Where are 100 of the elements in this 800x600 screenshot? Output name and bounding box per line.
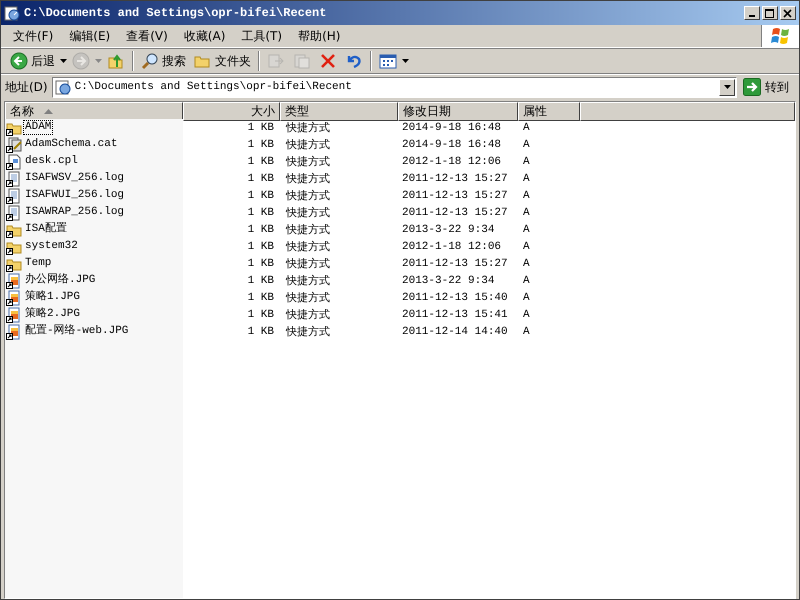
menu-item[interactable]: 工具(T) bbox=[233, 26, 290, 46]
file-type: 快捷方式 bbox=[284, 240, 331, 254]
menu-item[interactable]: 收藏(A) bbox=[176, 26, 234, 46]
caret-icon bbox=[724, 85, 730, 89]
minimize-icon bbox=[749, 15, 755, 17]
file-date: 2013-3-22 9:34 bbox=[401, 274, 496, 286]
file-date: 2011-12-13 15:27 bbox=[401, 258, 509, 270]
file-date: 2011-12-13 15:41 bbox=[401, 308, 509, 320]
dropdown-button[interactable] bbox=[719, 78, 735, 96]
file-name[interactable]: 配置-网络-web.JPG bbox=[23, 324, 130, 339]
minimize-button[interactable] bbox=[744, 6, 760, 20]
file-size: 1 KB bbox=[246, 240, 275, 252]
file-name[interactable]: 策略1.JPG bbox=[23, 290, 82, 305]
file-attribute: A bbox=[522, 308, 531, 320]
file-type: 快捷方式 bbox=[284, 290, 331, 305]
file-type: 快捷方式 bbox=[284, 138, 331, 152]
file-date: 2011-12-13 15:27 bbox=[401, 172, 509, 184]
dropdown-caret-icon[interactable] bbox=[402, 59, 409, 63]
file-size: 1 KB bbox=[246, 138, 275, 150]
file-attribute: A bbox=[522, 122, 531, 134]
file-attribute: A bbox=[522, 240, 531, 252]
file-name[interactable]: AdamSchema.cat bbox=[23, 137, 120, 152]
file-date: 2014-9-18 16:48 bbox=[401, 138, 502, 150]
folder-up-icon bbox=[107, 52, 125, 70]
move-to-icon bbox=[267, 52, 285, 70]
file-attribute: A bbox=[522, 190, 531, 202]
file-date: 2011-12-14 14:40 bbox=[401, 326, 509, 338]
window-title: C:\Documents and Settings\opr-bifei\Recent bbox=[24, 6, 328, 20]
file-date: 2011-12-13 15:27 bbox=[401, 206, 509, 218]
file-size: 1 KB bbox=[246, 224, 275, 236]
folder-clock-icon bbox=[4, 5, 20, 21]
file-attribute: A bbox=[522, 224, 531, 236]
file-size: 1 KB bbox=[246, 206, 275, 218]
column-header[interactable]: 修改日期 bbox=[398, 102, 518, 121]
file-type: 快捷方式 bbox=[284, 308, 331, 322]
file-size: 1 KB bbox=[246, 274, 275, 286]
menu-item[interactable]: 编辑(E) bbox=[61, 26, 118, 46]
maximize-icon bbox=[765, 8, 775, 18]
file-attribute: A bbox=[522, 206, 531, 218]
file-type: 快捷方式 bbox=[284, 206, 331, 220]
file-attribute: A bbox=[522, 292, 531, 304]
menu-item[interactable]: 帮助(H) bbox=[290, 26, 348, 46]
file-name[interactable]: 策略2.JPG bbox=[23, 307, 82, 322]
file-size: 1 KB bbox=[246, 156, 275, 168]
file-date: 2012-1-18 12:06 bbox=[401, 240, 502, 252]
file-type: 快捷方式 bbox=[284, 154, 331, 169]
file-size: 1 KB bbox=[246, 292, 275, 304]
file-size: 1 KB bbox=[246, 258, 275, 270]
file-name[interactable]: ISA配置 bbox=[23, 222, 69, 237]
file-name[interactable]: Temp bbox=[23, 256, 54, 271]
file-type: 快捷方式 bbox=[284, 120, 331, 135]
file-type: 快捷方式 bbox=[284, 324, 331, 339]
file-type: 快捷方式 bbox=[284, 222, 331, 237]
windows-flag-icon bbox=[770, 28, 788, 44]
file-date: 2013-3-22 9:34 bbox=[401, 224, 496, 236]
file-type: 快捷方式 bbox=[284, 274, 331, 288]
file-name[interactable]: desk.cpl bbox=[23, 154, 80, 169]
folders-button[interactable]: 文件夹 bbox=[191, 50, 254, 72]
file-name[interactable]: system32 bbox=[23, 239, 80, 254]
file-name[interactable]: ISAFWSV_256.log bbox=[23, 171, 126, 186]
file-name[interactable]: ISAWRAP_256.log bbox=[23, 205, 126, 220]
maximize-button[interactable] bbox=[762, 6, 778, 20]
menu-item[interactable]: 查看(V) bbox=[118, 26, 176, 46]
file-attribute: A bbox=[522, 172, 531, 184]
folder-clock-icon bbox=[54, 79, 71, 95]
file-size: 1 KB bbox=[246, 172, 275, 184]
file-size: 1 KB bbox=[246, 190, 275, 202]
file-size: 1 KB bbox=[246, 326, 275, 338]
file-name[interactable]: 办公网络.JPG bbox=[23, 273, 98, 288]
file-attribute: A bbox=[522, 326, 531, 338]
views-icon bbox=[379, 52, 397, 70]
file-size: 1 KB bbox=[246, 122, 275, 134]
close-icon bbox=[783, 8, 793, 18]
search-icon bbox=[141, 52, 159, 70]
file-attribute: A bbox=[522, 274, 531, 286]
close-button[interactable] bbox=[780, 6, 796, 20]
search-button[interactable]: 搜索 bbox=[138, 50, 189, 72]
file-date: 2011-12-13 15:40 bbox=[401, 292, 509, 304]
back-button[interactable]: 后退 bbox=[7, 50, 58, 72]
file-name[interactable]: ISAFWUI_256.log bbox=[23, 188, 126, 203]
file-name[interactable]: ADAM bbox=[23, 120, 54, 135]
file-type: 快捷方式 bbox=[284, 188, 331, 203]
go-button[interactable]: 转到 bbox=[741, 78, 795, 96]
address-field[interactable]: C:\Documents and Settings\opr-bifei\Recent bbox=[52, 76, 737, 98]
file-size: 1 KB bbox=[246, 308, 275, 320]
file-attribute: A bbox=[522, 138, 531, 150]
file-attribute: A bbox=[522, 258, 531, 270]
copy-to-icon bbox=[293, 52, 311, 70]
file-date: 2011-12-13 15:27 bbox=[401, 190, 509, 202]
column-header[interactable]: 类型 bbox=[280, 102, 398, 121]
menu-item[interactable]: 文件(F) bbox=[5, 26, 62, 46]
column-header[interactable]: 大小 bbox=[183, 102, 280, 121]
address-label: 地址(D) bbox=[5, 78, 48, 96]
file-date: 2014-9-18 16:48 bbox=[401, 122, 502, 134]
file-attribute: A bbox=[522, 156, 531, 168]
file-type: 快捷方式 bbox=[284, 256, 331, 271]
delete-icon bbox=[319, 52, 337, 70]
column-header[interactable]: 属性 bbox=[518, 102, 580, 121]
file-date: 2012-1-18 12:06 bbox=[401, 156, 502, 168]
dropdown-caret-icon[interactable] bbox=[60, 59, 67, 63]
